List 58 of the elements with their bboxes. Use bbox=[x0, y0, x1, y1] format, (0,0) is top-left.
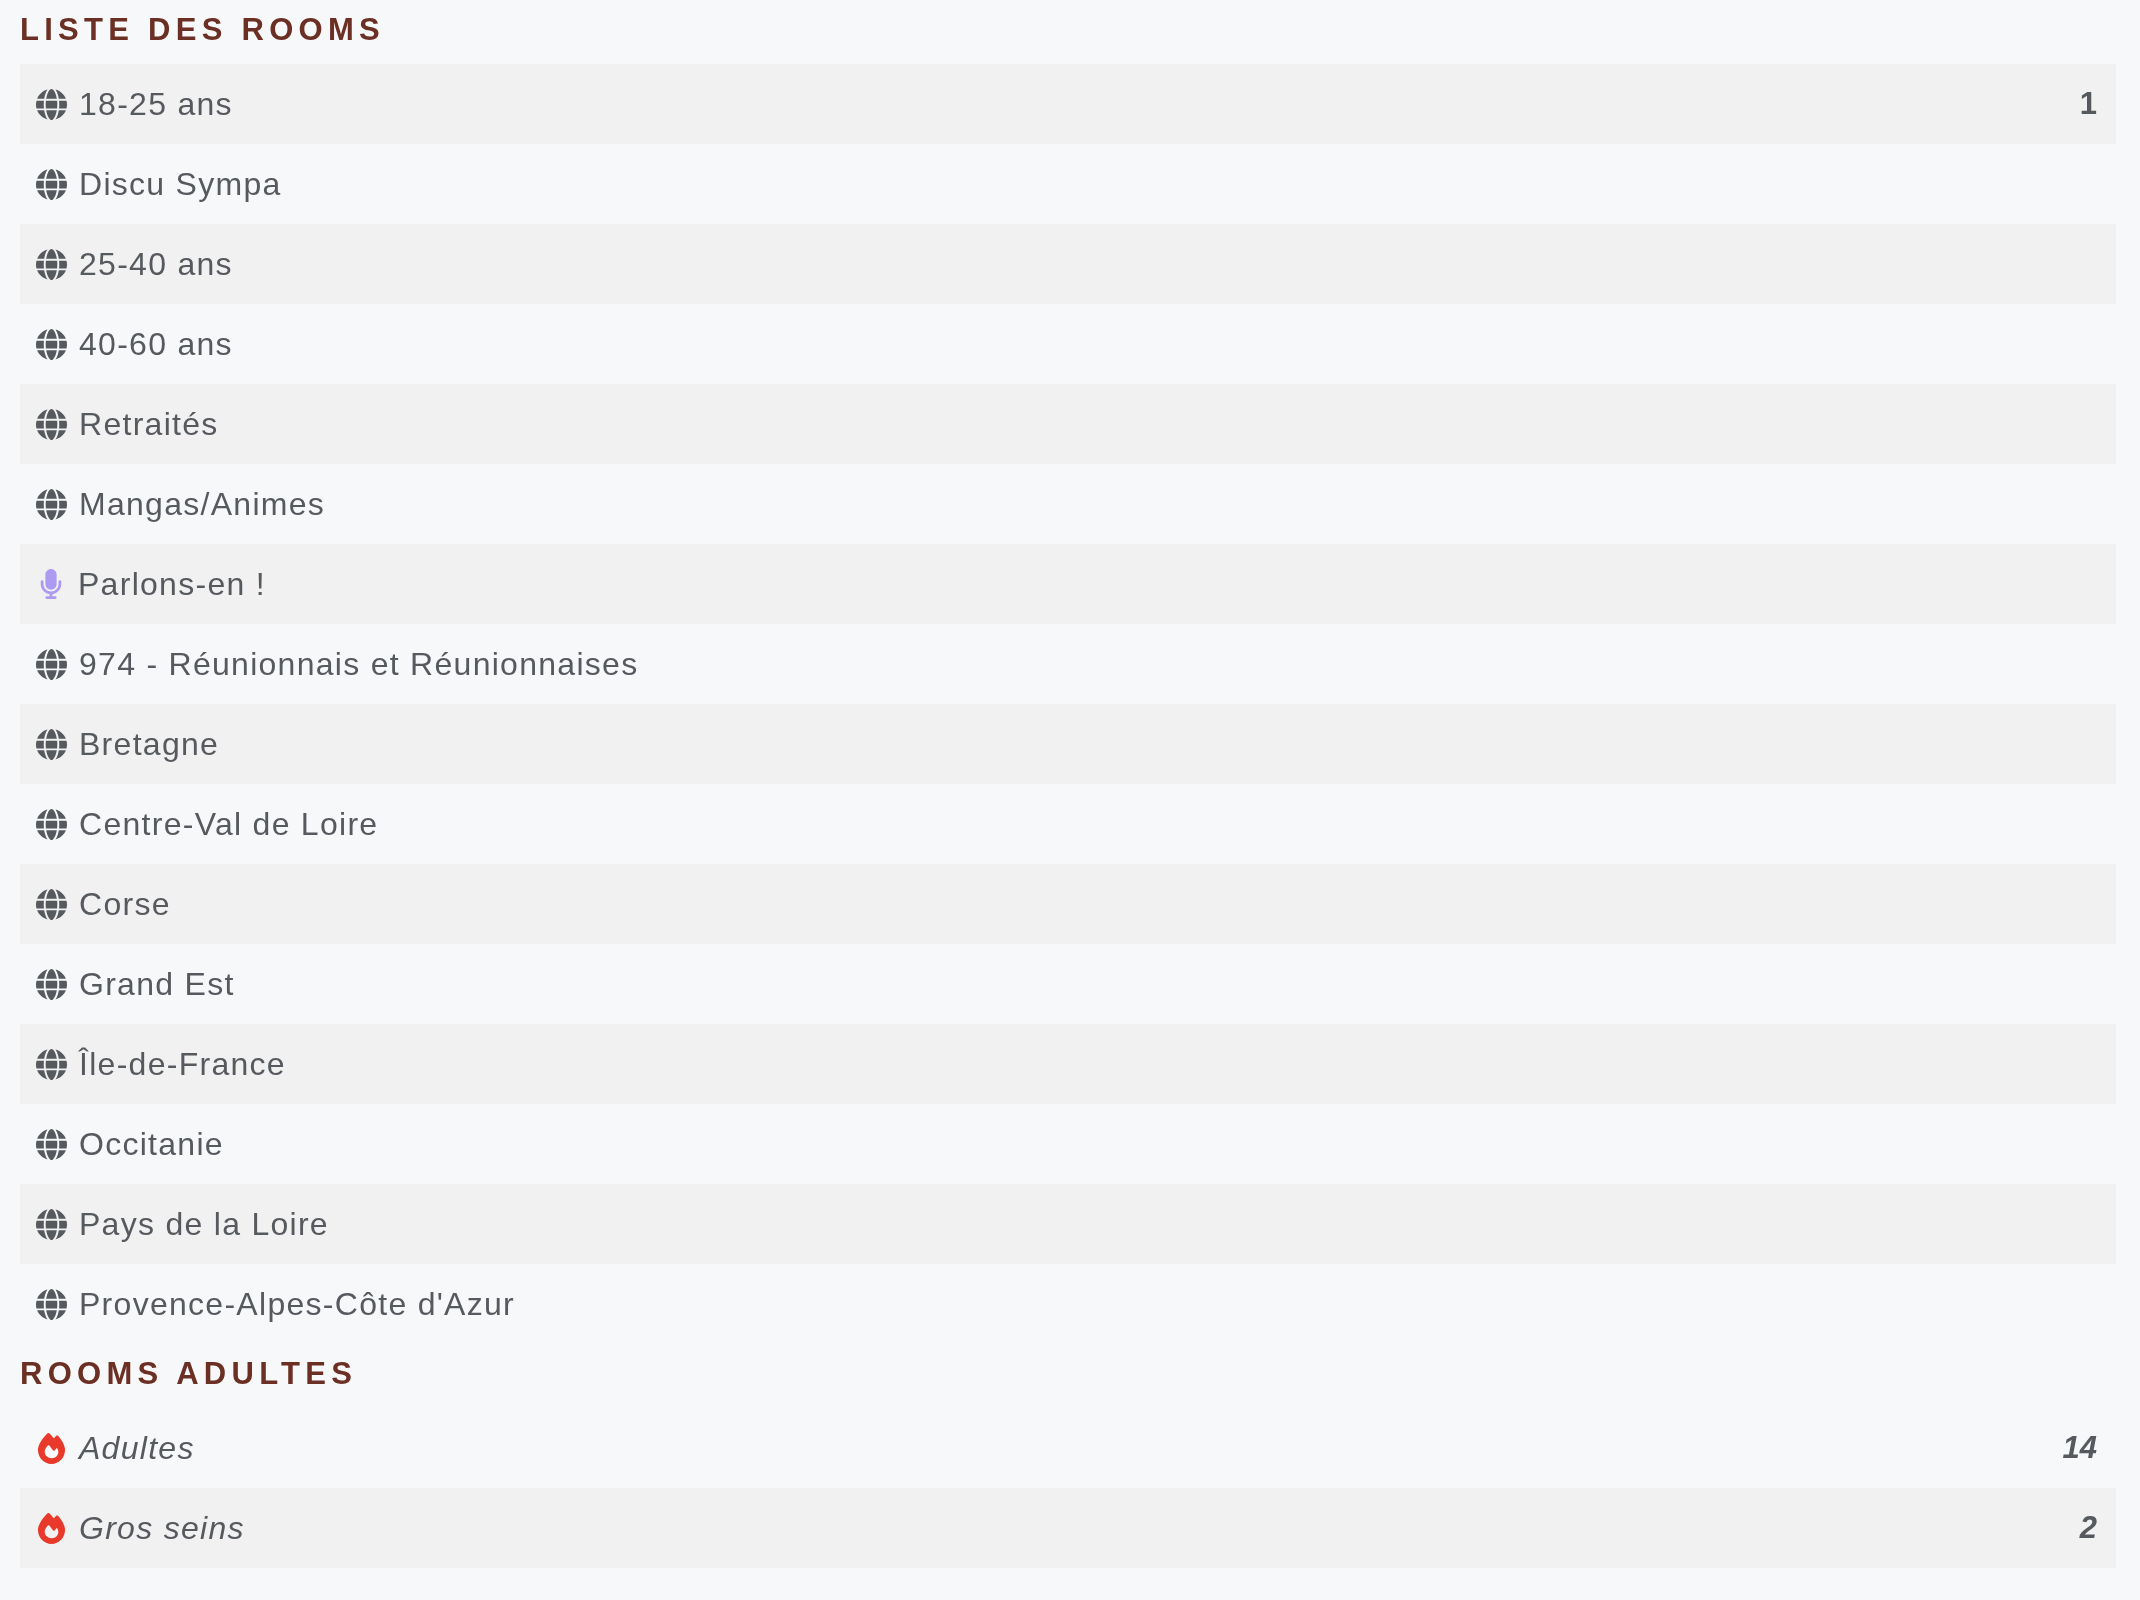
globe-icon bbox=[36, 648, 67, 680]
room-item[interactable]: Grand Est bbox=[20, 944, 2116, 1024]
globe-icon bbox=[36, 888, 67, 920]
room-item[interactable]: Bretagne bbox=[20, 704, 2116, 784]
globe-icon bbox=[36, 408, 67, 440]
room-item[interactable]: Parlons-en ! bbox=[20, 544, 2116, 624]
globe-icon bbox=[36, 808, 67, 840]
room-item[interactable]: Corse bbox=[20, 864, 2116, 944]
globe-icon bbox=[36, 1208, 67, 1240]
section-heading: ROOMS ADULTES bbox=[20, 1355, 358, 1393]
room-item[interactable]: Gros seins 2 bbox=[20, 1488, 2116, 1568]
room-name: Grand Est bbox=[79, 965, 235, 1003]
globe-icon bbox=[36, 168, 67, 200]
globe-icon bbox=[36, 1048, 67, 1080]
globe-icon bbox=[36, 968, 67, 1000]
room-name: 25-40 ans bbox=[79, 245, 233, 283]
globe-icon bbox=[36, 88, 67, 120]
room-item[interactable]: Mangas/Animes bbox=[20, 464, 2116, 544]
room-name: Mangas/Animes bbox=[79, 485, 326, 523]
room-item[interactable]: Adultes 14 bbox=[20, 1408, 2116, 1488]
member-count: 14 bbox=[2062, 1430, 2097, 1466]
room-item[interactable]: Retraités bbox=[20, 384, 2116, 464]
room-name: 40-60 ans bbox=[79, 325, 233, 363]
room-name: Corse bbox=[79, 885, 171, 923]
room-name: Pays de la Loire bbox=[79, 1205, 329, 1243]
room-name: Discu Sympa bbox=[79, 165, 282, 203]
room-name: Centre-Val de Loire bbox=[79, 805, 379, 843]
flame-icon bbox=[36, 1512, 67, 1544]
room-item[interactable]: 25-40 ans bbox=[20, 224, 2116, 304]
section-heading: LISTE DES ROOMS bbox=[20, 11, 385, 49]
room-item[interactable]: 40-60 ans bbox=[20, 304, 2116, 384]
globe-icon bbox=[36, 488, 67, 520]
room-item[interactable]: Centre-Val de Loire bbox=[20, 784, 2116, 864]
room-name: Retraités bbox=[79, 405, 219, 443]
room-item[interactable]: 974 - Réunionnais et Réunionnaises bbox=[20, 624, 2116, 704]
room-item[interactable]: 18-25 ans 1 bbox=[20, 64, 2116, 144]
globe-icon bbox=[36, 1288, 67, 1320]
globe-icon bbox=[36, 328, 67, 360]
globe-icon bbox=[36, 1128, 67, 1160]
room-item[interactable]: Occitanie bbox=[20, 1104, 2116, 1184]
room-item[interactable]: Île-de-France bbox=[20, 1024, 2116, 1104]
room-name: Gros seins bbox=[79, 1509, 245, 1547]
room-item[interactable]: Provence-Alpes-Côte d'Azur bbox=[20, 1264, 2116, 1344]
room-item[interactable]: Pays de la Loire bbox=[20, 1184, 2116, 1264]
member-count: 2 bbox=[2079, 1510, 2097, 1546]
room-name: Bretagne bbox=[79, 725, 220, 763]
room-name: Occitanie bbox=[79, 1125, 224, 1163]
room-name: 974 - Réunionnais et Réunionnaises bbox=[79, 645, 639, 683]
room-name: Provence-Alpes-Côte d'Azur bbox=[79, 1285, 515, 1323]
room-item[interactable]: Discu Sympa bbox=[20, 144, 2116, 224]
member-count: 1 bbox=[2079, 86, 2097, 122]
room-name: Île-de-France bbox=[79, 1045, 286, 1083]
flame-icon bbox=[36, 1432, 67, 1464]
room-name: Adultes bbox=[79, 1429, 195, 1467]
room-name: Parlons-en ! bbox=[78, 565, 266, 603]
globe-icon bbox=[36, 248, 67, 280]
globe-icon bbox=[36, 728, 67, 760]
room-name: 18-25 ans bbox=[79, 85, 233, 123]
